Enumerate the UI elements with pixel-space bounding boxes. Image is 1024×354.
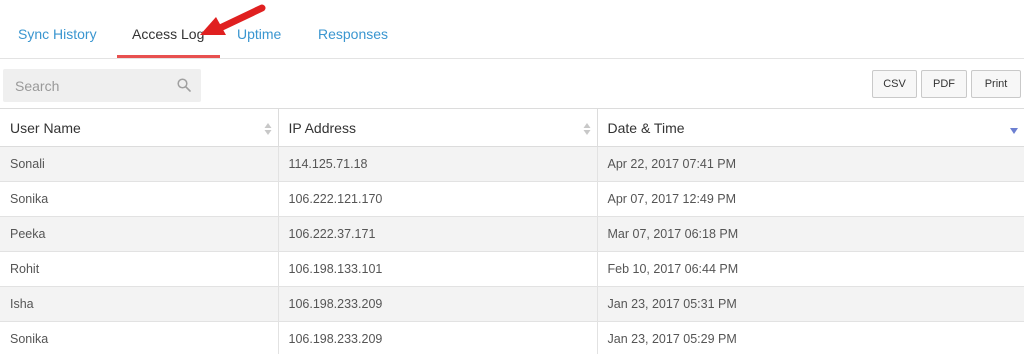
csv-button[interactable]: CSV: [872, 70, 917, 98]
tab-bar: Sync History Access Log Uptime Responses: [0, 0, 1024, 59]
access-log-table: User Name IP Address Date & Time Sonali: [0, 108, 1024, 354]
cell-date-time: Apr 07, 2017 12:49 PM: [596, 181, 1024, 217]
tab-access-log[interactable]: Access Log: [132, 26, 204, 42]
cell-date-time: Jan 23, 2017 05:29 PM: [596, 321, 1024, 354]
tab-sync-history[interactable]: Sync History: [18, 26, 97, 42]
cell-ip-address: 114.125.71.18: [277, 146, 598, 182]
cell-user-name: Sonali: [0, 146, 279, 182]
tab-responses[interactable]: Responses: [318, 26, 388, 42]
cell-ip-address: 106.222.37.171: [277, 216, 598, 252]
cell-ip-address: 106.198.233.209: [277, 321, 598, 354]
cell-ip-address: 106.198.133.101: [277, 251, 598, 287]
sort-icon[interactable]: [583, 122, 591, 136]
sort-descending-icon[interactable]: [1009, 127, 1019, 135]
cell-date-time: Mar 07, 2017 06:18 PM: [596, 216, 1024, 252]
cell-user-name: Sonika: [0, 321, 279, 354]
cell-user-name: Sonika: [0, 181, 279, 217]
active-tab-indicator: [117, 55, 220, 58]
cell-user-name: Rohit: [0, 251, 279, 287]
annotation-arrow-icon: [200, 4, 266, 35]
cell-date-time: Jan 23, 2017 05:31 PM: [596, 286, 1024, 322]
column-header-date-time[interactable]: Date & Time: [596, 108, 1024, 147]
search-input[interactable]: [3, 69, 163, 102]
table-row[interactable]: Peeka 106.222.37.171 Mar 07, 2017 06:18 …: [0, 216, 1024, 252]
table-row[interactable]: Isha 106.198.233.209 Jan 23, 2017 05:31 …: [0, 286, 1024, 322]
cell-ip-address: 106.222.121.170: [277, 181, 598, 217]
table-row[interactable]: Rohit 106.198.133.101 Feb 10, 2017 06:44…: [0, 251, 1024, 287]
cell-ip-address: 106.198.233.209: [277, 286, 598, 322]
table-header-row: User Name IP Address Date & Time: [0, 108, 1024, 147]
cell-user-name: Isha: [0, 286, 279, 322]
cell-date-time: Apr 22, 2017 07:41 PM: [596, 146, 1024, 182]
search-box: [3, 69, 201, 102]
sort-icon[interactable]: [264, 122, 272, 136]
column-header-ip-address[interactable]: IP Address: [277, 108, 598, 147]
table-row[interactable]: Sonali 114.125.71.18 Apr 22, 2017 07:41 …: [0, 146, 1024, 182]
column-header-user-name[interactable]: User Name: [0, 108, 279, 147]
print-button[interactable]: Print: [971, 70, 1021, 98]
table-row[interactable]: Sonika 106.222.121.170 Apr 07, 2017 12:4…: [0, 181, 1024, 217]
cell-date-time: Feb 10, 2017 06:44 PM: [596, 251, 1024, 287]
column-header-label: User Name: [10, 119, 81, 136]
column-header-label: IP Address: [288, 119, 356, 136]
cell-user-name: Peeka: [0, 216, 279, 252]
column-header-label: Date & Time: [607, 119, 685, 136]
search-icon[interactable]: [177, 78, 191, 92]
table-row[interactable]: Sonika 106.198.233.209 Jan 23, 2017 05:2…: [0, 321, 1024, 354]
pdf-button[interactable]: PDF: [921, 70, 967, 98]
